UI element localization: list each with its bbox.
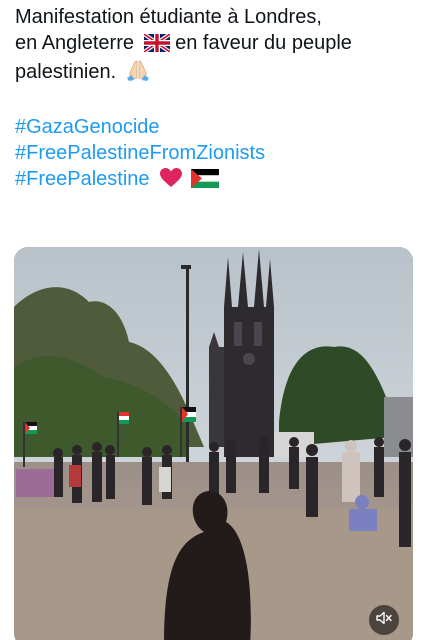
tweet-line-3-text: palestinien. xyxy=(15,61,117,83)
uk-flag-icon xyxy=(142,32,171,59)
tweet-line-2-text: en Angleterre xyxy=(15,32,134,54)
palestine-flag-icon xyxy=(190,169,219,195)
folded-hands-icon xyxy=(126,59,150,88)
video-frame xyxy=(14,247,413,640)
speaker-muted-icon xyxy=(376,611,392,630)
tweet-line-3: palestinien. xyxy=(15,59,415,88)
hashtag-free-palestine[interactable]: #FreePalestine xyxy=(15,168,150,190)
video-player[interactable] xyxy=(14,247,413,640)
tweet-text: Manifestation étudiante à Londres, en An… xyxy=(15,4,415,195)
tweet-line-1: Manifestation étudiante à Londres, xyxy=(15,6,322,28)
red-heart-icon xyxy=(159,167,183,195)
tweet-line-2: en Angleterre en faveur du peuple xyxy=(15,30,415,59)
hashtag-free-palestine-from-zionists[interactable]: #FreePalestineFromZionists xyxy=(15,140,415,166)
mute-toggle-button[interactable] xyxy=(369,605,399,635)
tweet-line-2-tail: en faveur du peuple xyxy=(175,32,352,54)
hashtag-line-3: #FreePalestine xyxy=(15,166,415,195)
hashtag-gaza-genocide[interactable]: #GazaGenocide xyxy=(15,114,415,140)
